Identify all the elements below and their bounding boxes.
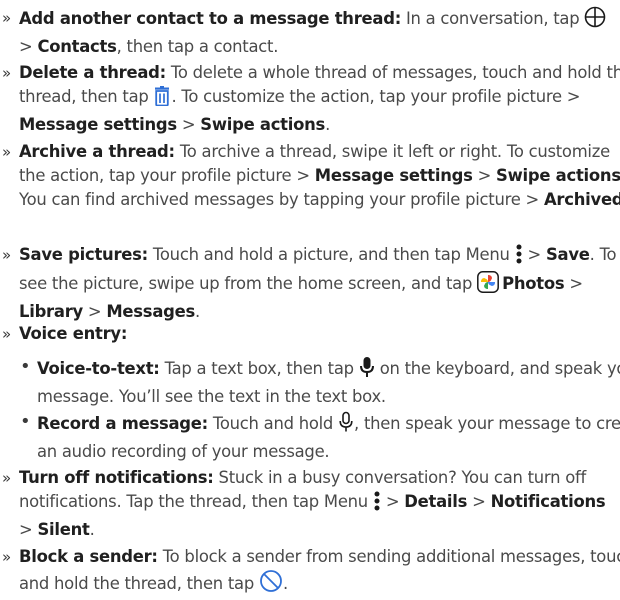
tip-bold: Save [545,245,590,264]
tip-bold: Library [19,302,83,321]
tip-bold: Archived [543,190,620,209]
tip-text: > [19,37,38,56]
trash-icon [153,86,171,113]
tip-bold: Message settings [19,115,177,134]
tip-text: In a conversation, tap [401,9,585,28]
tip-save-pictures: » Save pictures: Touch and hold a pictur… [0,243,620,324]
tip-block-sender: » Block a sender: To block a sender from… [0,545,620,600]
chevron-marker: » [2,469,11,487]
tip-bold: Photos [502,274,565,293]
menu-dots-icon [515,244,523,271]
tip-turn-off-notifications: » Turn off notifications: Stuck in a bus… [0,466,620,542]
tip-voice-to-text: • Voice-to-text: Tap a text box, then ta… [0,356,620,409]
tip-text: . [325,115,331,134]
tip-text: > [380,492,405,511]
tip-text: Touch and hold a picture, and then tap M… [147,245,515,264]
block-icon [259,569,283,600]
photos-app-icon [477,271,500,300]
microphone-icon [359,356,375,385]
tip-bold: Message settings [314,166,473,185]
tip-text: . [89,520,95,539]
tip-text: Touch and hold [207,414,339,433]
tip-text: > [176,115,201,134]
dot-marker: • [20,356,31,377]
tip-title: Turn off notifications: [19,468,214,487]
tip-text: , then tap a contact. [116,37,279,56]
tip-text: > [564,274,583,293]
tip-text: . To customize the action, tap your prof… [171,87,581,106]
tip-text: > [472,166,497,185]
tip-text: > [467,492,491,511]
tip-text: . [282,574,288,593]
tip-bold: Swipe actions [496,166,620,185]
chevron-marker: » [2,548,11,566]
tip-record-message: • Record a message: Touch and hold , the… [0,411,620,464]
tip-bold: Details [404,492,468,511]
chevron-marker: » [2,64,11,82]
tip-title: Voice entry: [19,324,128,343]
tip-bold: Contacts [37,37,117,56]
tip-title: Voice-to-text: [37,359,160,378]
tip-title: Record a message: [37,414,208,433]
tip-bold: Swipe actions [200,115,326,134]
tip-voice-entry: » Voice entry: [0,322,620,346]
tip-title: Delete a thread: [19,63,166,82]
tip-bold: Messages [106,302,195,321]
add-circle-icon [584,6,606,35]
chevron-marker: » [2,325,11,343]
tip-add-contact: » Add another contact to a message threa… [0,6,620,59]
tip-text: > [19,520,38,539]
tip-text: > [522,245,546,264]
tip-title: Save pictures: [19,245,148,264]
tip-bold: Notifications [490,492,606,511]
tip-archive-thread: » Archive a thread: To archive a thread,… [0,140,620,212]
tip-bold: Silent [37,520,90,539]
tip-text: Tap a text box, then tap [159,359,359,378]
tip-title: Add another contact to a message thread: [19,9,401,28]
microphone-outline-icon [338,411,354,440]
menu-dots-icon [373,491,381,518]
chevron-marker: » [2,9,11,27]
chevron-marker: » [2,246,11,264]
chevron-marker: » [2,143,11,161]
tip-title: Block a sender: [19,547,158,566]
tip-delete-thread: » Delete a thread: To delete a whole thr… [0,61,620,137]
tip-title: Archive a thread: [19,142,175,161]
tip-text: . [194,302,200,321]
dot-marker: • [20,411,31,432]
tip-text: > [82,302,107,321]
